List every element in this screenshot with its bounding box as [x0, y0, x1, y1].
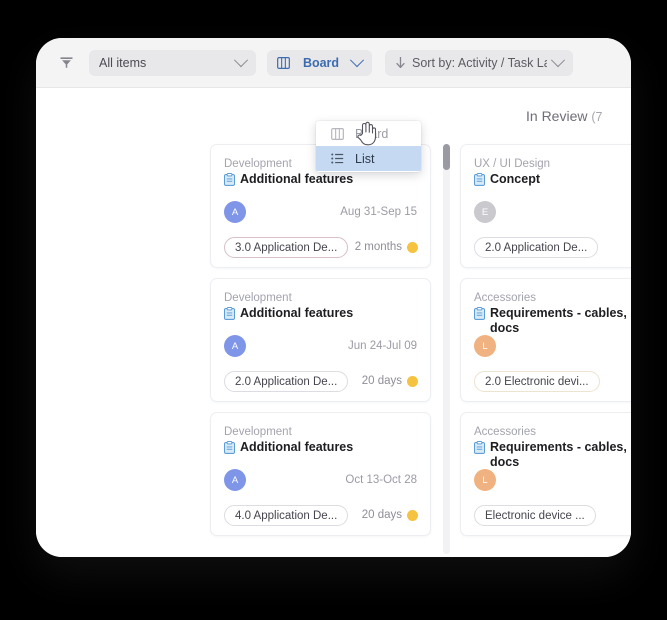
card-tag[interactable]: Electronic device ... [474, 505, 596, 526]
board-column-left: Development Additional features A Aug 31… [210, 144, 431, 546]
card-category: Accessories [474, 292, 536, 304]
card-duration: 2 months [354, 241, 402, 253]
avatar[interactable]: L [474, 469, 496, 491]
clipboard-icon [474, 307, 485, 320]
board-columns-icon [330, 127, 344, 141]
avatar[interactable]: A [224, 335, 246, 357]
dropdown-item-board[interactable]: Board [316, 121, 421, 146]
filter-button[interactable] [53, 50, 79, 76]
dropdown-item-label: List [355, 151, 375, 166]
card-tag[interactable]: 4.0 Application De... [224, 505, 349, 526]
vertical-scrollbar-track[interactable] [443, 144, 450, 554]
task-card[interactable]: UX / UI Design Concept E 2.0 Application… [460, 144, 631, 268]
avatar[interactable]: A [224, 201, 246, 223]
sort-dropdown[interactable]: Sort by: Activity / Task La... [385, 49, 573, 76]
task-card[interactable]: Development Additional features A Jun 24… [210, 278, 431, 402]
clipboard-icon [474, 441, 485, 454]
column-title: In Review [526, 108, 588, 124]
app-window: All items Board Sort by: Activity / Task… [36, 38, 631, 557]
column-header-in-review: In Review (7 [526, 108, 602, 124]
card-title-row: Requirements - cables, p docs [474, 440, 631, 469]
status-dot-icon [407, 510, 418, 521]
card-duration: 20 days [361, 375, 402, 387]
list-lines-icon [330, 152, 344, 166]
status-dot-icon [407, 376, 418, 387]
card-title-row: Concept [474, 172, 631, 187]
filter-funnel-icon [59, 57, 73, 68]
avatar[interactable]: E [474, 201, 496, 223]
card-dates: Oct 13-Oct 28 [345, 474, 417, 486]
avatar[interactable]: A [224, 469, 246, 491]
screenshot-stage: All items Board Sort by: Activity / Task… [0, 0, 667, 620]
card-tag[interactable]: 2.0 Electronic devi... [474, 371, 600, 392]
card-title: Concept [490, 172, 540, 186]
card-category: UX / UI Design [474, 158, 551, 170]
dropdown-item-label: Board [355, 126, 389, 141]
card-category: Development [224, 426, 292, 438]
chevron-down-icon [550, 52, 566, 67]
chevron-down-icon [349, 52, 365, 67]
card-title-row: Additional features [224, 172, 417, 187]
card-tag[interactable]: 2.0 Application De... [474, 237, 599, 258]
clipboard-icon [224, 173, 235, 186]
arrow-down-icon [396, 57, 405, 69]
view-dropdown-menu: Board List [316, 121, 421, 172]
card-dates: Jun 24-Jul 09 [347, 340, 417, 352]
clipboard-icon [224, 307, 235, 320]
card-title: Additional features [240, 306, 354, 320]
vertical-scrollbar-thumb[interactable] [443, 144, 450, 170]
card-title: Additional features [240, 440, 354, 454]
card-category: Accessories [474, 426, 536, 438]
all-items-dropdown[interactable]: All items [89, 49, 256, 76]
clipboard-icon [474, 173, 485, 186]
card-title: Requirements - cables, p docs [490, 306, 631, 335]
card-title: Additional features [240, 172, 354, 186]
card-title-row: Additional features [224, 306, 417, 321]
avatar[interactable]: L [474, 335, 496, 357]
clipboard-icon [224, 441, 235, 454]
all-items-label: All items [99, 55, 147, 70]
card-tag[interactable]: 3.0 Application De... [224, 237, 349, 258]
dropdown-item-list[interactable]: List [316, 146, 421, 171]
task-card[interactable]: Accessories Requirements - cables, p doc… [460, 412, 631, 536]
card-category: Development [224, 292, 292, 304]
view-select-dropdown[interactable]: Board [267, 49, 372, 76]
board-column-in-review: UX / UI Design Concept E 2.0 Application… [460, 144, 631, 546]
view-select-label: Board [302, 55, 340, 70]
sort-label: Sort by: Activity / Task La... [412, 55, 547, 70]
task-card[interactable]: Accessories Requirements - cables, p doc… [460, 278, 631, 402]
chevron-down-icon [233, 52, 249, 67]
status-dot-icon [407, 242, 418, 253]
card-title: Requirements - cables, p docs [490, 440, 631, 469]
card-title-row: Requirements - cables, p docs [474, 306, 631, 335]
card-tag[interactable]: 2.0 Application De... [224, 371, 349, 392]
task-card[interactable]: Development Additional features A Oct 13… [210, 412, 431, 536]
board-columns-icon [277, 56, 290, 69]
card-duration: 20 days [361, 509, 402, 521]
column-count: (7 [591, 110, 603, 124]
toolbar: All items Board Sort by: Activity / Task… [36, 38, 631, 88]
card-title-row: Additional features [224, 440, 417, 455]
card-dates: Aug 31-Sep 15 [340, 206, 417, 218]
